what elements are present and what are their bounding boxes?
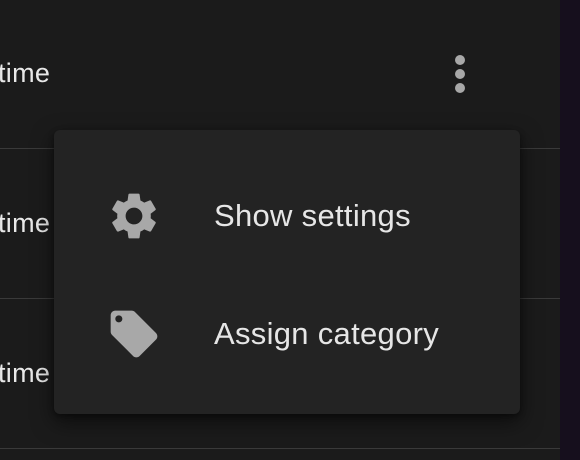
context-menu: Show settings Assign category xyxy=(54,130,520,414)
more-options-button[interactable] xyxy=(440,52,480,96)
menu-item-assign-category[interactable]: Assign category xyxy=(54,278,520,388)
screen: time time time Show settings Assign cate… xyxy=(0,0,580,460)
window-edge xyxy=(560,0,580,460)
gear-icon xyxy=(112,193,156,239)
menu-item-label: Assign category xyxy=(214,316,440,351)
list-item-label: time xyxy=(0,358,51,388)
more-vert-icon xyxy=(455,55,465,93)
list-item-label: time xyxy=(0,208,51,238)
tag-icon xyxy=(110,310,158,358)
menu-item-show-settings[interactable]: Show settings xyxy=(54,160,520,270)
list-item[interactable]: time xyxy=(0,0,560,148)
menu-item-label: Show settings xyxy=(214,198,411,233)
divider xyxy=(0,448,560,449)
list-item-label: time xyxy=(0,58,51,88)
